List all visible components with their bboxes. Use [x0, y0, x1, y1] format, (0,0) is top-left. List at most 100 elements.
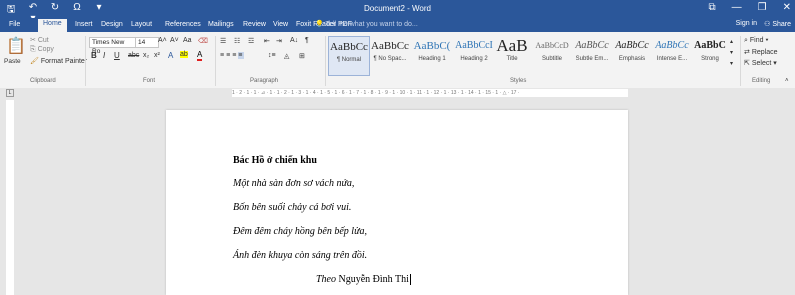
search-icon: ⌕ — [744, 37, 748, 44]
numbering-button[interactable]: ☷ — [234, 37, 240, 45]
replace-button[interactable]: ⇄ Replace — [744, 48, 778, 56]
style-preview: AaBbCcI — [455, 40, 493, 51]
tell-me-search[interactable]: 💡 Tell me what you want to do... — [315, 20, 418, 28]
align-buttons[interactable]: ≡≡≡≡ — [220, 52, 245, 59]
copy-icon: ⎘ — [30, 46, 36, 53]
tab-insert[interactable]: Insert — [70, 20, 98, 29]
font-group-label: Font — [143, 78, 156, 84]
style-preview: AaB — [496, 36, 528, 55]
line-spacing-button[interactable]: ↕≡ — [268, 52, 276, 59]
tab-selector-icon[interactable]: L — [6, 89, 14, 97]
sort-button[interactable]: A↓ — [290, 37, 298, 44]
copy-button[interactable]: ⎘ Copy — [30, 46, 54, 54]
style-preview: AaBbC( — [413, 40, 451, 52]
italic-button[interactable]: I — [103, 51, 105, 60]
person-icon: ⚇ — [764, 21, 771, 28]
superscript-button[interactable]: x² — [154, 52, 160, 59]
style-name: ¶ Normal — [336, 57, 362, 63]
author-line: Theo Nguyễn Đình Thi — [316, 274, 411, 285]
style-normal[interactable]: AaBbCc ¶ Normal — [328, 36, 370, 76]
text-effects-button[interactable]: A — [168, 51, 173, 60]
style-strong[interactable]: AaBbC Strong — [692, 36, 728, 74]
style-name: Intense E... — [656, 56, 688, 62]
subscript-button[interactable]: x₂ — [143, 52, 149, 59]
poem-title: Bác Hồ ở chiến khu — [233, 155, 317, 166]
sort-icon: A↓ — [290, 37, 299, 44]
paste-icon[interactable]: 📋 — [6, 36, 26, 56]
author-prefix: Theo — [316, 274, 336, 285]
bullets-icon: ☰ — [220, 38, 227, 45]
ruler-scale: 1 · 2 · 1 · 1 · ⊿ · 1 · 1 · 2 · 1 · 3 · … — [232, 89, 628, 97]
style-name: Strong — [701, 56, 719, 62]
tab-mailings[interactable]: Mailings — [203, 20, 239, 29]
clear-formatting-button[interactable]: ⌫ — [198, 37, 208, 45]
close-button[interactable]: ✕ — [783, 2, 791, 13]
justify-icon: ≡ — [238, 52, 245, 59]
multilevel-list-button[interactable]: ☲ — [248, 37, 254, 45]
format-painter-button[interactable]: 🖌 Format Painter — [30, 57, 87, 65]
style-intense-emphasis[interactable]: AaBbCc Intense E... — [652, 36, 692, 74]
sign-in-link[interactable]: Sign in — [736, 20, 757, 27]
poem-line: Bốn bên suối chảy cá bơi vui. — [233, 202, 352, 213]
style-name: Subtitle — [541, 56, 562, 62]
share-button[interactable]: ⚇ Share — [764, 20, 791, 28]
scissors-icon: ✂ — [30, 37, 36, 44]
find-button[interactable]: ⌕ Find ▾ — [744, 37, 768, 45]
styles-scroll[interactable]: ▴ ▾ ▾ — [730, 37, 733, 70]
paste-button[interactable]: Paste — [4, 58, 21, 65]
collapse-ribbon-icon[interactable]: ˄ — [785, 78, 789, 84]
style-preview: AaBbCc — [575, 40, 609, 51]
cut-button[interactable]: ✂ Cut — [30, 36, 49, 44]
style-no-spacing[interactable]: AaBbCc ¶ No Spac... — [370, 36, 410, 74]
font-name-select[interactable]: Times New Ro — [89, 37, 137, 55]
font-size-select[interactable]: 14 — [135, 37, 159, 48]
format-painter-label: Format Painter — [40, 58, 88, 65]
style-heading-2[interactable]: AaBbCcI Heading 2 — [454, 36, 494, 74]
paint-bucket-icon: ◬ — [284, 53, 290, 60]
increase-indent-button[interactable]: ⇥ — [276, 37, 282, 45]
style-heading-1[interactable]: AaBbC(Heading 1 — [412, 36, 452, 74]
line-spacing-icon: ↕≡ — [268, 52, 276, 59]
style-subtitle[interactable]: AaBbCcD Subtitle — [532, 36, 572, 74]
document-page[interactable]: Bác Hồ ở chiến khu Một nhà sàn đơn sơ vá… — [166, 110, 628, 295]
style-name: Heading 2 — [460, 56, 488, 62]
select-button[interactable]: ⇱ Select ▾ — [744, 59, 777, 67]
scroll-up-icon: ▴ — [730, 39, 734, 45]
vertical-ruler[interactable] — [6, 100, 14, 295]
pilcrow-icon: ¶ — [305, 37, 309, 44]
highlight-button[interactable]: ab — [180, 51, 188, 58]
strikethrough-button[interactable]: abc — [128, 52, 139, 59]
borders-button[interactable]: ⊞ — [299, 52, 305, 60]
poem-line: Ánh đèn khuya còn sáng trên đồi. — [233, 250, 368, 261]
tab-design[interactable]: Design — [96, 20, 128, 29]
tab-layout[interactable]: Layout — [126, 20, 157, 29]
grow-font-button[interactable]: A˄ — [158, 37, 167, 44]
paragraph-group-label: Paragraph — [250, 78, 279, 84]
style-subtle-emphasis[interactable]: AaBbCc Subtle Em... — [572, 36, 612, 74]
minimize-button[interactable]: — — [732, 2, 742, 13]
style-emphasis[interactable]: AaBbCc Emphasis — [612, 36, 652, 74]
divider — [325, 36, 326, 86]
style-preview: AaBbCc — [615, 40, 649, 51]
tab-view[interactable]: View — [268, 20, 293, 29]
tab-references[interactable]: References — [160, 20, 206, 29]
decrease-indent-button[interactable]: ⇤ — [264, 37, 270, 45]
restore-button[interactable]: ❐ — [758, 2, 767, 13]
ribbon-home: 📋 Paste ✂ Cut ⎘ Copy 🖌 Format Painter Cl… — [0, 32, 795, 89]
shading-button[interactable]: ◬ — [284, 52, 289, 60]
brush-icon: 🖌 — [30, 58, 39, 65]
ribbon-display-options-icon[interactable]: ⧉ — [709, 2, 716, 13]
tab-file[interactable]: File — [4, 20, 25, 29]
tab-review[interactable]: Review — [238, 20, 271, 29]
horizontal-ruler[interactable]: L 1 · 2 · 1 · 1 · ⊿ · 1 · 1 · 2 · 1 · 3 … — [0, 88, 795, 98]
show-formatting-button[interactable]: ¶ — [305, 37, 309, 44]
style-title[interactable]: AaB Title — [494, 36, 530, 74]
shrink-font-button[interactable]: A˅ — [170, 37, 179, 44]
underline-button[interactable]: U — [114, 51, 120, 60]
bold-button[interactable]: B — [91, 51, 97, 60]
change-case-button[interactable]: Aa — [183, 37, 192, 44]
find-label: Find — [749, 37, 764, 44]
font-color-button[interactable]: A — [197, 50, 203, 61]
bullets-button[interactable]: ☰ — [220, 37, 226, 45]
share-label: Share — [772, 21, 791, 28]
